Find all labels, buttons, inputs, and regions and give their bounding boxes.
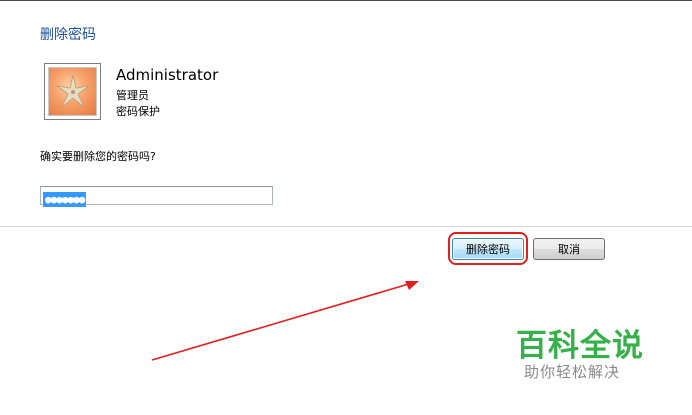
watermark-title: 百科全说 xyxy=(516,328,644,364)
watermark-subtitle: 助你轻松解决 xyxy=(524,363,621,381)
